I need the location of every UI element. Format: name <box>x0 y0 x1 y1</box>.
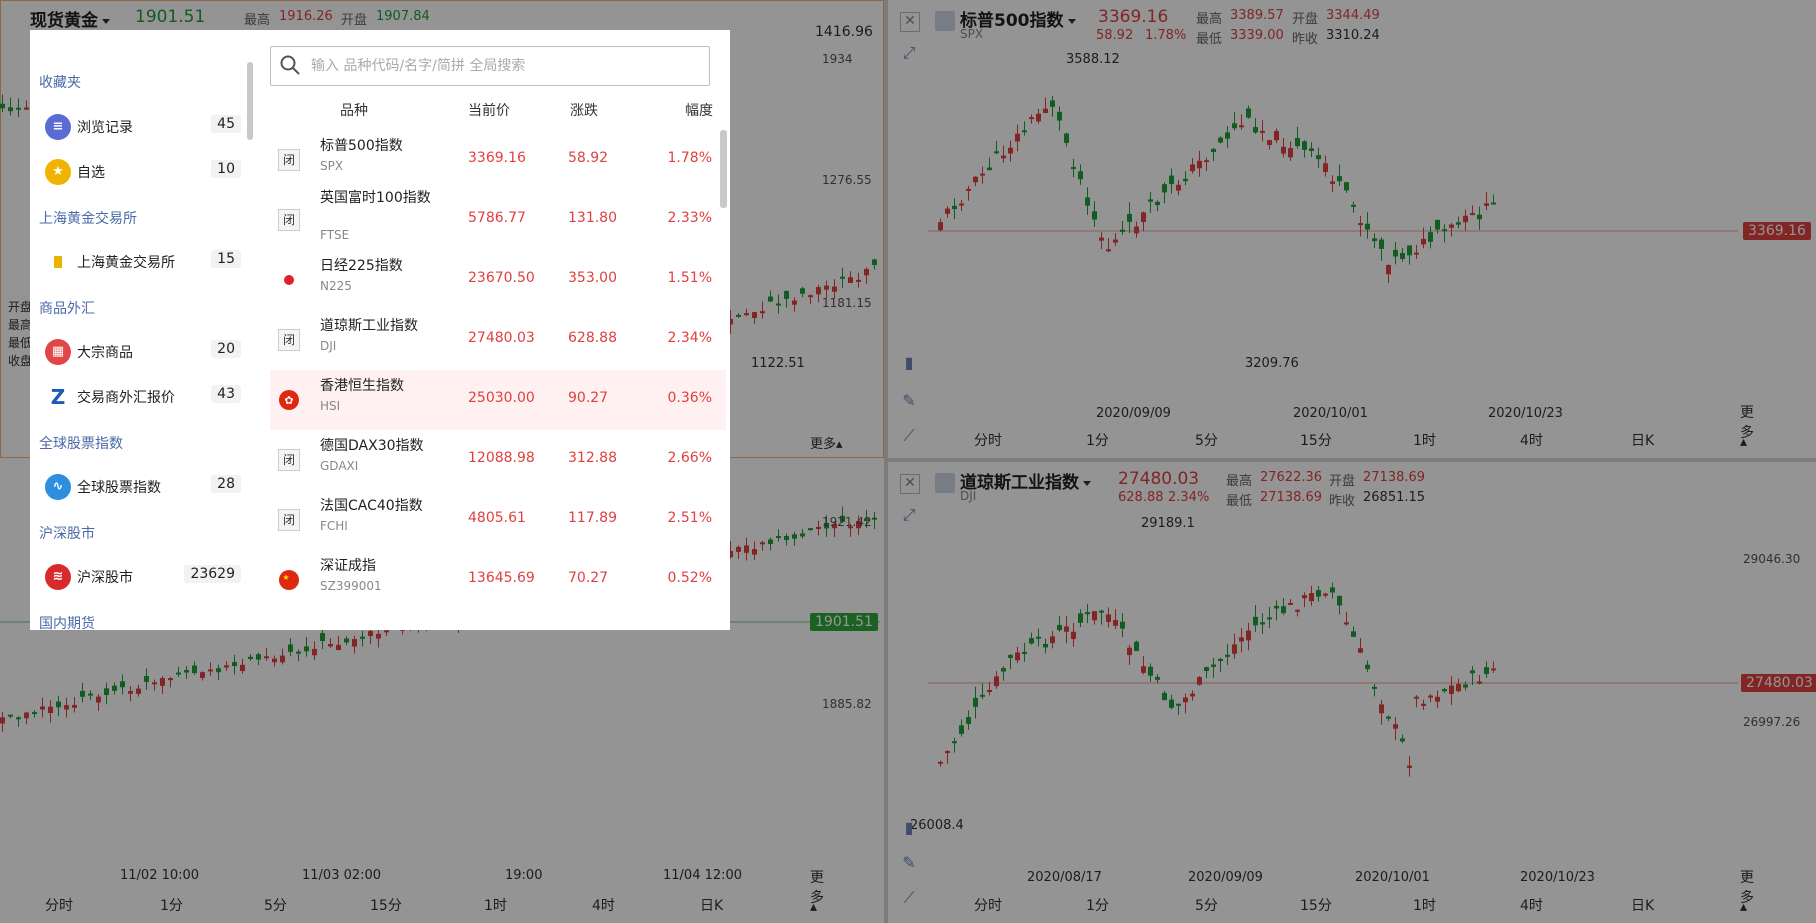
forex-icon: Z <box>50 385 66 409</box>
sidebar-group-title: 全球股票指数 <box>39 436 123 452</box>
list-scrollbar[interactable] <box>720 130 727 208</box>
item-count: 45 <box>211 115 241 133</box>
sidebar-item-a-share[interactable]: ≋ 沪深股市 23629 <box>45 560 245 594</box>
item-count: 20 <box>211 340 241 358</box>
sidebar-group-title: 收藏夹 <box>39 75 81 91</box>
column-header[interactable]: 幅度 <box>685 100 713 120</box>
price-percent: 2.34% <box>667 330 712 346</box>
instrument-code: SPX <box>320 159 344 173</box>
market-closed-badge: 闭 <box>278 509 300 531</box>
price-change: 628.88 <box>568 330 617 346</box>
price-change: 312.88 <box>568 450 617 466</box>
table-row[interactable]: 日经225指数 N225 23670.50 353.00 1.51% <box>270 250 726 310</box>
instrument-code: HSI <box>320 399 341 413</box>
market-closed-badge: 闭 <box>278 149 300 171</box>
instrument-code: FTSE <box>320 228 350 242</box>
sidebar-group-title: 国内期货 <box>39 616 95 630</box>
current-price: 25030.00 <box>468 390 535 406</box>
global-index-icon: ∿ <box>45 474 71 500</box>
table-row[interactable]: 闭 德国DAX30指数 GDAXI 12088.98 312.88 2.66% <box>270 430 726 490</box>
item-count: 43 <box>211 385 241 403</box>
price-change: 353.00 <box>568 270 617 286</box>
search-input[interactable] <box>309 53 693 79</box>
instrument-name: 香港恒生指数 <box>320 378 404 394</box>
price-percent: 1.78% <box>667 150 712 166</box>
price-percent: 2.66% <box>667 450 712 466</box>
commodity-icon: ▦ <box>45 339 71 365</box>
item-count: 23629 <box>184 565 241 583</box>
instrument-name: 道琼斯工业指数 <box>320 318 418 334</box>
item-count: 15 <box>211 250 241 268</box>
history-icon: ≡ <box>45 114 71 140</box>
category-sidebar: 收藏夹 ≡ 浏览记录 45 ★ 自选 10 上海黄金交易所 上海黄金交易所 15… <box>30 30 253 630</box>
current-price: 23670.50 <box>468 270 535 286</box>
search-icon <box>280 55 300 75</box>
table-row[interactable]: ★ 深证成指 SZ399001 13645.69 70.27 0.52% <box>270 550 726 610</box>
market-closed-badge: 闭 <box>278 209 300 231</box>
china-flag-icon: ★ <box>279 570 299 590</box>
sge-icon <box>45 249 71 275</box>
current-price: 27480.03 <box>468 330 535 346</box>
table-row-hovered[interactable]: ✿ 香港恒生指数 HSI 25030.00 90.27 0.36% <box>270 370 726 430</box>
column-header[interactable]: 当前价 <box>468 100 510 120</box>
table-row[interactable]: 闭 英国富时100指数 FTSE 5786.77 131.80 2.33% <box>270 190 726 250</box>
instrument-name: 法国CAC40指数 <box>320 498 423 514</box>
column-header[interactable]: 涨跌 <box>570 100 598 120</box>
price-change: 90.27 <box>568 390 609 406</box>
sidebar-group-title: 商品外汇 <box>39 301 95 317</box>
search-box <box>270 46 710 86</box>
sidebar-scrollbar[interactable] <box>247 62 253 140</box>
current-price: 4805.61 <box>468 510 526 526</box>
symbol-search-modal: 收藏夹 ≡ 浏览记录 45 ★ 自选 10 上海黄金交易所 上海黄金交易所 15… <box>30 30 730 630</box>
instrument-name: 深证成指 <box>320 558 376 574</box>
sidebar-item-sge[interactable]: 上海黄金交易所 15 <box>45 245 245 279</box>
price-percent: 1.51% <box>667 270 712 286</box>
sidebar-group-title: 上海黄金交易所 <box>39 211 137 227</box>
sidebar-item-commodity[interactable]: ▦ 大宗商品 20 <box>45 335 245 369</box>
price-change: 117.89 <box>568 510 617 526</box>
market-closed-badge: 闭 <box>278 449 300 471</box>
price-change: 70.27 <box>568 570 609 586</box>
market-closed-badge: 闭 <box>278 329 300 351</box>
instrument-code: SZ399001 <box>320 579 382 593</box>
price-percent: 0.52% <box>667 570 712 586</box>
column-header[interactable]: 品种 <box>340 100 368 120</box>
sidebar-item-history[interactable]: ≡ 浏览记录 45 <box>45 110 245 144</box>
current-price: 3369.16 <box>468 150 526 166</box>
svg-text:✿: ✿ <box>284 394 293 407</box>
instrument-name: 日经225指数 <box>320 258 403 274</box>
price-change: 58.92 <box>568 150 609 166</box>
a-share-icon: ≋ <box>45 564 71 590</box>
current-price: 12088.98 <box>468 450 535 466</box>
star-icon: ★ <box>45 159 71 185</box>
hongkong-flag-icon: ✿ <box>279 390 299 410</box>
sidebar-group-title: 沪深股市 <box>39 526 95 542</box>
instrument-name: 标普500指数 <box>320 138 403 154</box>
sidebar-item-watchlist[interactable]: ★ 自选 10 <box>45 155 245 189</box>
instrument-code: GDAXI <box>320 459 359 473</box>
sidebar-item-global-index[interactable]: ∿ 全球股票指数 28 <box>45 470 245 504</box>
price-change: 131.80 <box>568 210 617 226</box>
instrument-name: 德国DAX30指数 <box>320 438 424 454</box>
table-row[interactable]: 闭 标普500指数 SPX 3369.16 58.92 1.78% <box>270 130 726 190</box>
japan-flag-icon <box>284 275 294 285</box>
table-row[interactable]: 闭 道琼斯工业指数 DJI 27480.03 628.88 2.34% <box>270 310 726 370</box>
price-percent: 2.33% <box>667 210 712 226</box>
current-price: 13645.69 <box>468 570 535 586</box>
item-count: 28 <box>211 475 241 493</box>
item-count: 10 <box>211 160 241 178</box>
svg-text:★: ★ <box>282 573 289 582</box>
table-row[interactable]: 闭 法国CAC40指数 FCHI 4805.61 117.89 2.51% <box>270 490 726 550</box>
price-percent: 0.36% <box>667 390 712 406</box>
instrument-code: DJI <box>320 339 337 353</box>
instrument-code: FCHI <box>320 519 348 533</box>
price-percent: 2.51% <box>667 510 712 526</box>
instrument-code: N225 <box>320 279 352 293</box>
current-price: 5786.77 <box>468 210 526 226</box>
sidebar-item-forex[interactable]: Z 交易商外汇报价 43 <box>45 380 245 414</box>
instrument-name: 英国富时100指数 <box>320 190 431 206</box>
